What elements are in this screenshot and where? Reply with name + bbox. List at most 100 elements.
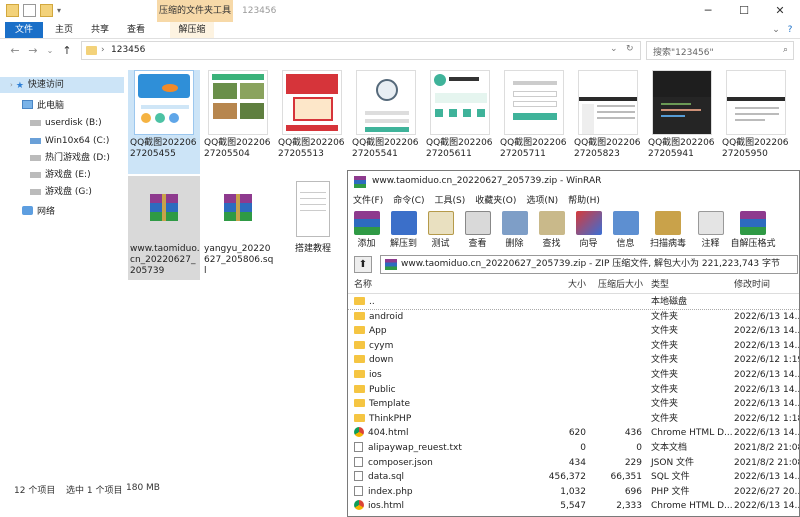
cell-modified: 2022/6/13 14...: [734, 399, 799, 410]
file-item[interactable]: yangyu_20220627_205806.sql: [202, 176, 274, 280]
search-input[interactable]: 搜索"123456" ⌕: [646, 41, 794, 60]
virus-scan-button[interactable]: 扫描病毒: [644, 209, 692, 251]
sidebar-item-network[interactable]: 网络: [0, 204, 55, 220]
extract-to-button[interactable]: 解压到: [385, 209, 422, 251]
file-item[interactable]: QQ截图20220627205823: [572, 70, 644, 174]
cell-size: 1,032: [560, 486, 586, 497]
sidebar-item-this-pc[interactable]: 此电脑: [0, 98, 64, 114]
cell-name: ios: [369, 370, 382, 380]
file-icon: [354, 456, 363, 467]
table-row[interactable]: alipaywap_reuest.txt 0 0 文本文档 2021/8/2 21:08: [348, 441, 799, 456]
image-thumbnail: [726, 70, 786, 135]
properties-icon[interactable]: [23, 4, 36, 17]
new-folder-icon[interactable]: [40, 4, 53, 17]
tab-extract[interactable]: 解压缩: [170, 22, 214, 38]
chevron-down-icon[interactable]: ⌄: [610, 44, 618, 54]
comment-button[interactable]: 注释: [692, 209, 729, 251]
table-row[interactable]: composer.json 434 229 JSON 文件 2021/8/2 21:08: [348, 456, 799, 471]
menu-file[interactable]: 文件(F): [348, 193, 388, 209]
table-row[interactable]: App 文件夹 2022/6/13 14...: [348, 324, 799, 339]
winrar-path-row: ⬆ www.taomiduo.cn_20220627_205739.zip - …: [352, 255, 798, 275]
file-item[interactable]: QQ截图20220627205504: [202, 70, 274, 174]
file-item[interactable]: QQ截图20220627205950: [720, 70, 792, 174]
menu-help[interactable]: 帮助(H): [563, 193, 605, 209]
table-row[interactable]: android 文件夹 2022/6/13 14...: [348, 310, 799, 325]
table-row[interactable]: ios 文件夹 2022/6/13 14...: [348, 368, 799, 383]
cell-modified: 2022/6/13 14...: [734, 340, 799, 351]
sfx-button[interactable]: 自解压格式: [729, 209, 777, 251]
tab-share[interactable]: 共享: [86, 22, 114, 38]
table-row[interactable]: Public 文件夹 2022/6/13 14...: [348, 383, 799, 398]
wizard-button[interactable]: 向导: [570, 209, 607, 251]
forward-arrow-icon[interactable]: →: [26, 44, 40, 58]
cell-modified: 2022/6/13 14...: [734, 501, 799, 512]
sidebar-item-drive-e[interactable]: 游戏盘 (E:): [0, 167, 91, 183]
file-item[interactable]: QQ截图20220627205941: [646, 70, 718, 174]
maximize-button[interactable]: ☐: [726, 2, 762, 20]
view-button[interactable]: 查看: [459, 209, 496, 251]
table-row[interactable]: Template 文件夹 2022/6/13 14...: [348, 397, 799, 412]
drive-icon: [30, 189, 41, 195]
table-row[interactable]: .. 本地磁盘: [348, 295, 799, 310]
chevron-down-icon[interactable]: ▾: [57, 4, 61, 17]
minimize-button[interactable]: ─: [690, 2, 726, 20]
menu-commands[interactable]: 命令(C): [388, 193, 429, 209]
address-bar[interactable]: › 123456 ⌄ ↻: [81, 41, 641, 60]
menu-favorites[interactable]: 收藏夹(O): [470, 193, 521, 209]
file-item[interactable]: QQ截图20220627205541: [350, 70, 422, 174]
up-arrow-icon[interactable]: ↑: [60, 44, 74, 58]
file-item[interactable]: QQ截图20220627205611: [424, 70, 496, 174]
help-icon[interactable]: ?: [784, 22, 796, 38]
back-arrow-icon[interactable]: ←: [8, 44, 22, 58]
cell-name: ThinkPHP: [369, 413, 412, 424]
tab-view[interactable]: 查看: [122, 22, 150, 38]
column-name[interactable]: 名称: [354, 278, 372, 293]
cell-name: cyym: [369, 340, 394, 351]
up-folder-button[interactable]: ⬆: [354, 256, 372, 273]
refresh-icon[interactable]: ↻: [626, 44, 634, 54]
table-row[interactable]: index.php 1,032 696 PHP 文件 2022/6/27 20...: [348, 485, 799, 500]
table-row[interactable]: data.sql 456,372 66,351 SQL 文件 2022/6/13 14.…: [348, 470, 799, 485]
add-button[interactable]: 添加: [348, 209, 385, 251]
folder-icon[interactable]: [6, 4, 19, 17]
file-item[interactable]: 搭建教程: [276, 176, 348, 280]
table-row[interactable]: down 文件夹 2022/6/12 1:19: [348, 353, 799, 368]
sidebar-item-drive-c[interactable]: Win10x64 (C:): [0, 133, 109, 149]
info-button[interactable]: 信息: [607, 209, 644, 251]
file-icon: [354, 442, 363, 452]
column-modified[interactable]: 修改时间: [734, 278, 770, 293]
chevron-down-icon[interactable]: ⌄: [770, 22, 782, 38]
table-row[interactable]: ios.html 5,547 2,333 Chrome HTML D... 2022/6…: [348, 499, 799, 514]
file-item[interactable]: QQ截图20220627205513: [276, 70, 348, 174]
file-item[interactable]: QQ截图20220627205711: [498, 70, 570, 174]
sidebar-item-drive-b[interactable]: userdisk (B:): [0, 115, 102, 131]
ribbon-tabs: 文件 主页 共享 查看 解压缩 ⌄ ?: [0, 22, 800, 39]
table-row[interactable]: cyym 文件夹 2022/6/13 14...: [348, 339, 799, 354]
sidebar-item-drive-g[interactable]: 游戏盘 (G:): [0, 184, 92, 200]
folder-icon: [354, 340, 365, 349]
folder-icon: [354, 326, 365, 335]
tab-file[interactable]: 文件: [5, 22, 43, 38]
sidebar-item-quick-access[interactable]: › ★ 快速访问: [0, 77, 124, 93]
menu-options[interactable]: 选项(N): [521, 193, 563, 209]
sidebar-item-drive-d[interactable]: 热门游戏盘 (D:): [0, 150, 110, 166]
info-icon: [612, 211, 639, 235]
tab-home[interactable]: 主页: [50, 22, 78, 38]
chevron-down-icon[interactable]: ⌄: [43, 44, 57, 58]
close-button[interactable]: ✕: [762, 2, 798, 20]
archive-path-field[interactable]: www.taomiduo.cn_20220627_205739.zip - ZI…: [380, 255, 798, 274]
file-item-selected[interactable]: www.taomiduo.cn_20220627_205739: [128, 176, 200, 280]
column-type[interactable]: 类型: [651, 278, 669, 293]
table-row[interactable]: ThinkPHP 文件夹 2022/6/12 1:18: [348, 412, 799, 427]
find-button[interactable]: 查找: [533, 209, 570, 251]
table-row[interactable]: 404.html 620 436 Chrome HTML D... 2022/6/13 …: [348, 426, 799, 441]
column-packed[interactable]: 压缩后大小: [598, 278, 643, 293]
test-button[interactable]: 测试: [422, 209, 459, 251]
delete-button[interactable]: 删除: [496, 209, 533, 251]
folder-icon: [354, 297, 365, 305]
cell-modified: 2022/6/13 14...: [734, 370, 799, 380]
file-item[interactable]: QQ截图20220627205455: [128, 70, 200, 174]
menu-tools[interactable]: 工具(S): [430, 193, 471, 209]
column-size[interactable]: 大小: [568, 278, 586, 293]
folder-icon: [354, 384, 365, 393]
